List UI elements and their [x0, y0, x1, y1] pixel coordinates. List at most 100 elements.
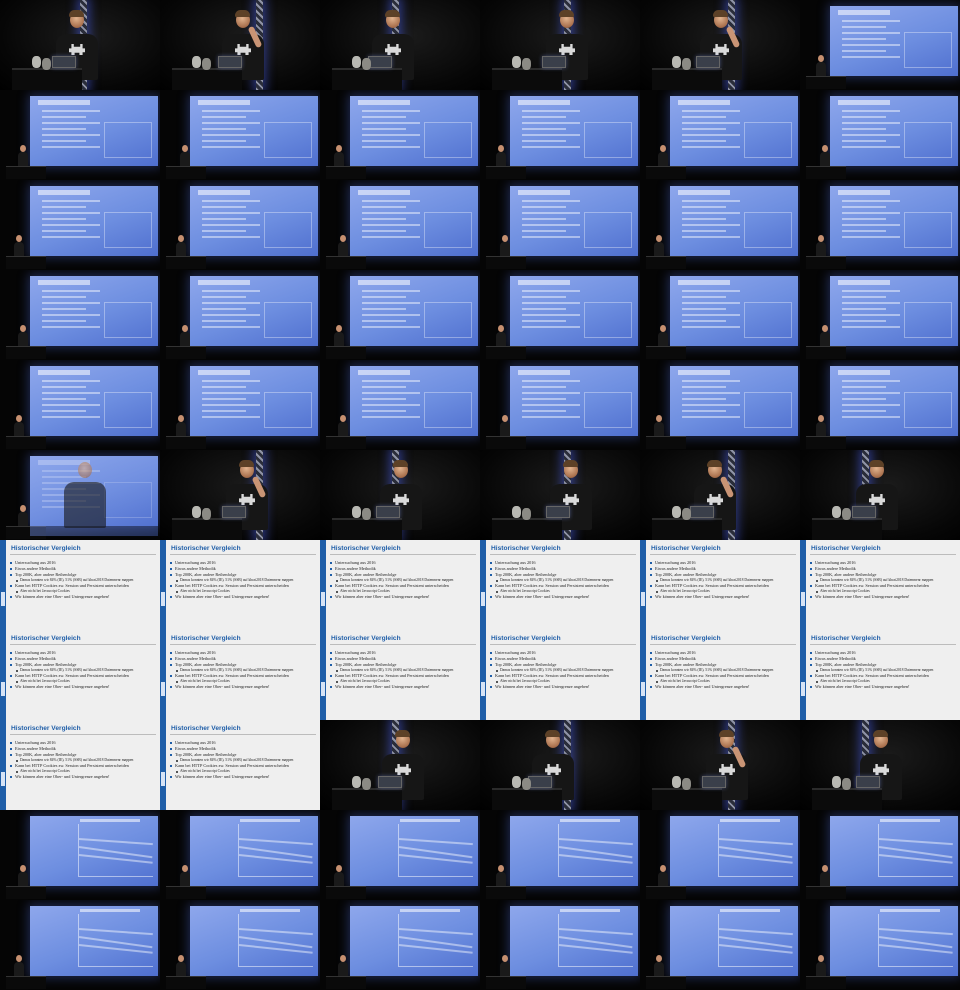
- projected-slide-line: [362, 410, 406, 412]
- projected-slide-line: [842, 386, 886, 388]
- projected-slide-line: [522, 302, 580, 304]
- projected-slide-line: [42, 326, 100, 328]
- slide-title: Historischer Vergleich: [651, 545, 721, 552]
- plush-toy: [522, 58, 531, 70]
- frame-slide-historischer-vergleich: Historischer Vergleich Untersuchung aus 2…: [800, 630, 960, 720]
- lectern-small: [646, 346, 686, 359]
- projected-slide-figure: [264, 392, 312, 428]
- plush-toy: [832, 776, 841, 788]
- speaker-small-head: [16, 235, 22, 242]
- slide-bullet: Wir können aber eine Ober- und Untergren…: [490, 684, 636, 690]
- speaker-small-head: [340, 955, 346, 962]
- projected-chart-line: [558, 838, 633, 846]
- university-logo-icon: [641, 592, 645, 606]
- slide-title: Historischer Vergleich: [171, 545, 241, 552]
- projected-slide-line: [202, 128, 246, 130]
- projected-slide-line: [682, 218, 726, 220]
- slide-bullet-list: Untersuchung aus 2016 Etwas andere Method…: [810, 560, 956, 600]
- frame-projector-slide: [320, 360, 480, 450]
- slide-sidebar: [800, 540, 806, 630]
- projected-slide-line: [522, 200, 580, 202]
- projector-screen: [350, 186, 478, 256]
- projected-slide-line: [522, 296, 566, 298]
- plush-toy: [682, 508, 691, 520]
- laptop: [690, 506, 714, 518]
- lectern-small: [806, 976, 846, 989]
- speaker-small-head: [498, 865, 504, 872]
- speaker-small-head: [656, 955, 662, 962]
- projected-slide-line: [42, 308, 86, 310]
- slide-title-rule: [490, 554, 636, 555]
- plush-toy: [672, 776, 681, 788]
- laptop: [368, 56, 392, 68]
- projected-slide-line: [682, 398, 726, 400]
- lectern-small: [6, 976, 46, 989]
- projected-slide-line: [522, 314, 580, 316]
- projected-slide-line: [362, 146, 420, 148]
- projected-slide-line: [842, 32, 900, 34]
- projected-slide-title: [198, 370, 250, 375]
- projected-slide-line: [202, 134, 260, 136]
- speaker-small-head: [20, 865, 26, 872]
- lectern-small: [806, 436, 846, 449]
- projected-slide-line: [522, 404, 580, 406]
- projector-screen: [510, 366, 638, 436]
- lectern-small: [486, 346, 526, 359]
- speaker-small-head: [502, 235, 508, 242]
- projected-slide-figure: [744, 302, 792, 338]
- projected-slide-line: [522, 392, 580, 394]
- frame-projector-slide: [640, 270, 800, 360]
- frame-speaker-stage: [640, 720, 800, 810]
- plush-toy: [352, 776, 361, 788]
- projected-slide-line: [202, 398, 246, 400]
- laptop: [546, 506, 570, 518]
- frame-projector-slide: [160, 360, 320, 450]
- projected-slide-line: [682, 404, 740, 406]
- projected-slide-line: [202, 404, 260, 406]
- frame-slide-historischer-vergleich: Historischer Vergleich Untersuchung aus 2…: [800, 540, 960, 630]
- projected-slide-line: [682, 380, 740, 382]
- projected-chart-axes: [558, 914, 633, 967]
- lectern: [492, 68, 562, 90]
- slide-bullet-list: Untersuchung aus 2016 Etwas andere Method…: [650, 560, 796, 600]
- projected-slide-line: [202, 392, 260, 394]
- speaker-small-head: [818, 415, 824, 422]
- projected-slide-line: [682, 326, 740, 328]
- projected-slide-line: [362, 122, 420, 124]
- projected-slide-line: [842, 416, 900, 418]
- slide-title-rule: [650, 644, 796, 645]
- plush-toy: [42, 58, 51, 70]
- slide-sidebar: [800, 630, 806, 720]
- projected-slide-line: [202, 380, 260, 382]
- projector-screen: [510, 276, 638, 346]
- projected-slide-line: [522, 326, 580, 328]
- projected-slide-line: [682, 140, 726, 142]
- projected-slide-line: [842, 206, 886, 208]
- lectern: [652, 68, 722, 90]
- frame-projector-chart: [640, 900, 800, 990]
- projected-slide-line: [42, 218, 86, 220]
- frame-speaker-stage: [160, 450, 320, 540]
- projected-slide-line: [202, 320, 246, 322]
- speaker-hair: [69, 10, 84, 17]
- lectern: [332, 68, 402, 90]
- projected-slide-line: [202, 218, 246, 220]
- slide-sidebar: [160, 540, 166, 630]
- projected-slide-line: [202, 302, 260, 304]
- projector-screen: [670, 366, 798, 436]
- speaker-hair: [385, 10, 400, 17]
- slide-title-rule: [10, 644, 156, 645]
- lectern-small: [486, 886, 526, 899]
- projected-slide-line: [202, 110, 260, 112]
- lectern-small: [486, 256, 526, 269]
- slide-bullet: Wir können aber eine Ober- und Untergren…: [10, 684, 156, 690]
- projected-chart-line: [878, 838, 953, 846]
- projected-slide-line: [42, 380, 100, 382]
- frame-speaker-stage: [160, 0, 320, 90]
- projector-screen: [30, 186, 158, 256]
- speaker-torso: [64, 482, 106, 528]
- projected-slide-line: [522, 116, 566, 118]
- lectern-small: [326, 256, 366, 269]
- projected-slide-line: [202, 314, 260, 316]
- projector-screen: [190, 906, 318, 976]
